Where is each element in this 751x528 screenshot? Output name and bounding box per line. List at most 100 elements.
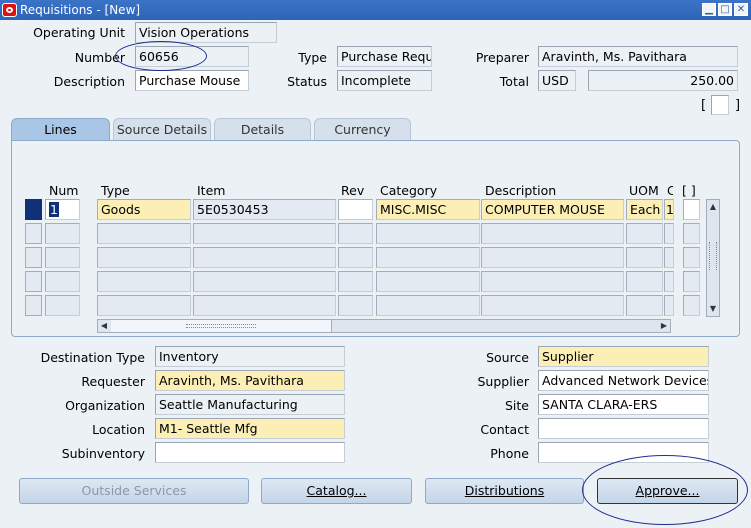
line-type-cell[interactable] [97,271,191,292]
line-category-cell[interactable] [376,271,480,292]
line-type-cell[interactable] [97,223,191,244]
description-field[interactable]: Purchase Mouse [135,70,249,91]
line-num-cell[interactable] [45,247,80,268]
horizontal-scroll-thumb[interactable] [111,320,332,332]
line-item-cell[interactable] [193,223,336,244]
status-field[interactable]: Incomplete [337,70,432,91]
minimize-icon[interactable]: ▁ [702,3,716,16]
header-dff-bracket-close: ] [735,98,741,113]
organization-label: Organization [65,398,145,413]
outside-services-label: Outside Services [81,483,187,498]
distributions-button[interactable]: Distributions [425,478,584,504]
site-field[interactable]: SANTA CLARA-ERS [538,394,709,415]
line-item-cell[interactable]: 5E0530453 [193,199,336,220]
scroll-right-icon[interactable]: ▶ [658,320,670,332]
line-item-cell[interactable] [193,295,336,316]
line-description-cell[interactable] [481,271,624,292]
currency-field[interactable]: USD [538,70,576,91]
line-type-cell[interactable] [97,295,191,316]
scroll-left-icon[interactable]: ◀ [98,320,110,332]
line-uom-cell[interactable] [626,247,663,268]
operating-unit-field[interactable]: Vision Operations [135,22,277,43]
lines-horizontal-scrollbar[interactable]: ◀ ▶ [97,319,671,333]
line-uom-cell[interactable] [626,271,663,292]
line-description-cell[interactable] [481,247,624,268]
header-dff-field[interactable] [711,95,729,115]
outside-services-button[interactable]: Outside Services [19,478,249,504]
source-field[interactable]: Supplier [538,346,709,367]
line-description-cell[interactable]: COMPUTER MOUSE [481,199,624,220]
line-uom-cell[interactable] [626,223,663,244]
row-indicator-current[interactable] [25,199,42,220]
line-rev-cell[interactable] [338,247,373,268]
organization-field[interactable]: Seattle Manufacturing [155,394,345,415]
line-description-cell[interactable] [481,295,624,316]
line-num-cell[interactable] [45,295,80,316]
line-rev-cell[interactable] [338,223,373,244]
title-bar: Requisitions - [New] ▁ □ ✕ [0,0,751,20]
col-header-rev: Rev [341,183,365,198]
status-label: Status [287,74,327,89]
line-num-cell[interactable] [45,271,80,292]
maximize-icon[interactable]: □ [718,3,732,16]
line-item-cell[interactable] [193,247,336,268]
line-category-cell[interactable] [376,223,480,244]
line-c-cell[interactable] [664,223,674,244]
row-indicator[interactable] [25,247,42,268]
catalog-button[interactable]: Catalog... [261,478,412,504]
scroll-grip-icon[interactable] [709,242,717,270]
scroll-up-icon[interactable]: ▲ [707,200,719,214]
scroll-down-icon[interactable]: ▼ [707,302,719,316]
row-indicator[interactable] [25,295,42,316]
line-category-cell[interactable] [376,247,480,268]
line-num-cell[interactable] [45,223,80,244]
line-type-cell[interactable]: Goods [97,199,191,220]
row-indicator[interactable] [25,271,42,292]
line-dff-cell[interactable] [683,271,700,292]
line-c-cell[interactable] [664,271,674,292]
contact-label: Contact [480,422,529,437]
line-item-cell[interactable] [193,271,336,292]
line-uom-cell[interactable] [626,295,663,316]
col-header-num: Num [49,183,79,198]
line-dff-cell[interactable] [683,247,700,268]
supplier-field[interactable]: Advanced Network Devices [538,370,709,391]
type-field[interactable]: Purchase Requi [337,46,432,67]
scroll-grip-icon [186,324,256,328]
line-rev-cell[interactable] [338,295,373,316]
line-dff-cell[interactable] [683,223,700,244]
close-icon[interactable]: ✕ [734,3,748,16]
line-type-cell[interactable] [97,247,191,268]
line-c-cell[interactable] [664,247,674,268]
phone-field[interactable] [538,442,709,463]
line-c-cell[interactable] [664,295,674,316]
total-field[interactable]: 250.00 [588,70,738,91]
lines-vertical-scrollbar[interactable]: ▲ ▼ [706,199,720,317]
destination-type-field[interactable]: Inventory [155,346,345,367]
catalog-label: Catalog... [306,483,367,498]
col-header-c: C [667,183,673,198]
oracle-app-icon [2,3,17,17]
subinventory-field[interactable] [155,442,345,463]
line-num-cell[interactable]: 1 [45,199,80,220]
approve-button[interactable]: Approve... [597,478,738,504]
requester-field[interactable]: Aravinth, Ms. Pavithara [155,370,345,391]
tab-lines[interactable]: Lines [11,118,110,141]
line-rev-cell[interactable] [338,271,373,292]
line-c-cell[interactable]: 1 [664,199,674,220]
line-uom-cell[interactable]: Each [626,199,663,220]
location-field[interactable]: M1- Seattle Mfg [155,418,345,439]
line-description-cell[interactable] [481,223,624,244]
tab-currency[interactable]: Currency [314,118,411,140]
line-category-cell[interactable] [376,295,480,316]
line-rev-cell[interactable] [338,199,373,220]
tab-source-details[interactable]: Source Details [113,118,211,140]
contact-field[interactable] [538,418,709,439]
line-category-cell[interactable]: MISC.MISC [376,199,480,220]
line-dff-cell[interactable] [683,199,700,220]
tab-details[interactable]: Details [214,118,311,140]
line-dff-cell[interactable] [683,295,700,316]
preparer-field[interactable]: Aravinth, Ms. Pavithara [538,46,738,67]
row-indicator[interactable] [25,223,42,244]
number-field[interactable]: 60656 [135,46,249,67]
